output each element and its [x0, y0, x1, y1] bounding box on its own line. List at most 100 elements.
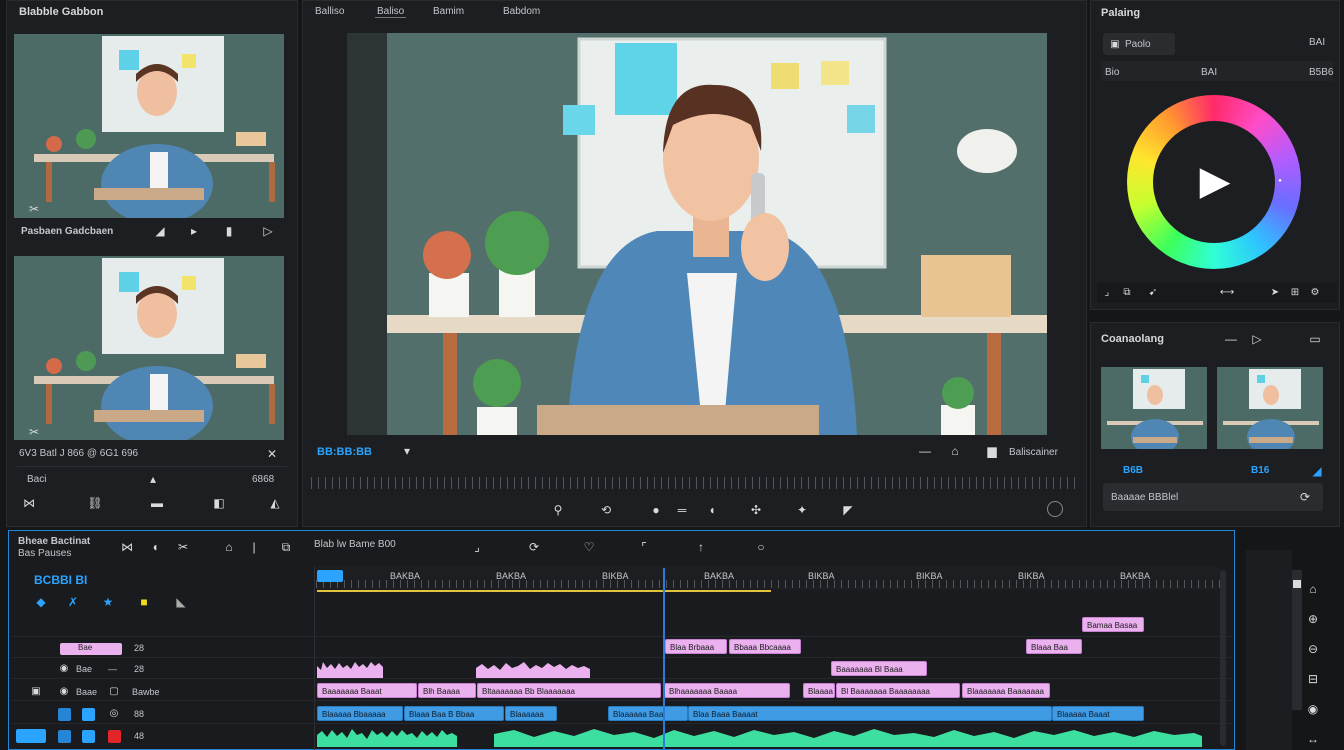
tag-icon[interactable]: ◣	[174, 595, 188, 609]
tool-arrow-icon[interactable]: ↔	[1306, 732, 1320, 746]
clip-a1a-1[interactable]: Baaaaaaa Bl Baaa	[831, 661, 927, 676]
drop-icon[interactable]: ◖	[148, 540, 162, 554]
minus-icon[interactable]: —	[1225, 333, 1237, 345]
display-icon[interactable]: ▆	[985, 445, 999, 457]
clip-v2a-2[interactable]: Bbaaa Bbcaaaa	[729, 639, 801, 654]
track-mute-icon[interactable]: ◎	[108, 708, 120, 720]
clip-v3-1[interactable]: Bamaa Basaa	[1082, 617, 1144, 632]
compare-thumb-2[interactable]	[1217, 367, 1323, 449]
track-toggle-red[interactable]	[108, 730, 121, 743]
clip-a2-5[interactable]: Blaaaa	[803, 683, 835, 698]
settings-icon[interactable]: ⚙	[1309, 287, 1321, 299]
track-toggle-blue-2[interactable]	[82, 708, 95, 721]
clip-a2-1[interactable]: Baaaaaaa Baaat	[317, 683, 417, 698]
cut-icon[interactable]: ✂	[27, 425, 41, 439]
clip-a2-6[interactable]: Bl Baaaaaaa Baaaaaaaa	[836, 683, 960, 698]
circle-icon[interactable]	[1047, 501, 1063, 517]
magic-icon[interactable]: ✦	[795, 503, 809, 517]
clip-a2-7[interactable]: Blaaaaaaa Baaaaaaa	[962, 683, 1050, 698]
pause-icon[interactable]: ▮	[222, 224, 236, 238]
timeline-vertical-scrollbar[interactable]	[1220, 570, 1226, 746]
compare-icon[interactable]: ⧉	[1121, 287, 1133, 299]
loop-icon[interactable]: ⟲	[599, 503, 613, 517]
close-icon[interactable]: ✕	[265, 447, 279, 461]
sync-icon[interactable]: ▢	[108, 686, 120, 698]
tab-2[interactable]: Bamim	[433, 6, 464, 17]
comparison-blue-left[interactable]: B6B	[1123, 465, 1143, 476]
search-icon[interactable]: ⚲	[551, 503, 565, 517]
track-toggle-blue-3[interactable]	[58, 730, 71, 743]
sequence-name[interactable]: Blab lw Bame B00	[314, 539, 396, 550]
work-area-bar[interactable]	[317, 590, 771, 592]
range-icon[interactable]: ⟷	[1211, 287, 1243, 299]
source-viewer-1[interactable]	[14, 34, 284, 218]
clip-a3-3[interactable]: Blaaaaaa	[505, 706, 557, 721]
clip-a2-2[interactable]: Blh Baaaa	[418, 683, 476, 698]
home-icon[interactable]: ⌂	[949, 445, 961, 457]
ripple-icon[interactable]: ⌟	[470, 540, 484, 554]
program-video-frame[interactable]	[347, 33, 1047, 435]
tool-slip-icon[interactable]: ⊖	[1306, 642, 1320, 656]
heart-icon[interactable]: ♡	[582, 540, 596, 554]
track-toggle-blue[interactable]	[58, 708, 71, 721]
program-scrubber[interactable]	[311, 477, 1079, 489]
clip-a3-6[interactable]: Blaaaaa Baaat	[1052, 706, 1144, 721]
clip-a3-5[interactable]: Blaa Baaa Baaaat	[688, 706, 1052, 721]
export-frame-icon[interactable]: ◭	[267, 496, 283, 510]
eye-icon[interactable]: ◉	[58, 686, 70, 698]
eye-icon[interactable]: ◉	[58, 663, 70, 675]
tool-text-icon[interactable]: ⊟	[1306, 672, 1320, 686]
clip-a2-4[interactable]: Blhaaaaaaa Baaaa	[664, 683, 790, 698]
insert-icon[interactable]: ▬	[149, 496, 165, 510]
snap-icon[interactable]: ⋈	[120, 540, 134, 554]
clip-v2a-1[interactable]: Blaa Brbaaa	[665, 639, 727, 654]
step-forward-icon[interactable]: ▸	[187, 224, 201, 238]
clip-a3-1[interactable]: Blaaaaa Bbaaaaa	[317, 706, 403, 721]
tool-type-icon[interactable]: ◉	[1306, 702, 1320, 716]
tab-1[interactable]: Baliso	[375, 6, 407, 18]
tool-hand-icon[interactable]: ⌂	[1306, 582, 1320, 596]
audio-waveform-1[interactable]	[317, 727, 457, 747]
track-toggle-blue-4[interactable]	[82, 730, 95, 743]
bowtie-icon[interactable]: ⋈	[21, 496, 37, 510]
compare-thumb-1[interactable]	[1101, 367, 1207, 449]
drop-icon[interactable]: ◆	[34, 595, 48, 609]
volume-icon[interactable]: ◖	[705, 503, 719, 517]
track-target-a2[interactable]	[16, 729, 46, 743]
clip-v1-wave-2[interactable]	[476, 660, 590, 678]
marker-icon[interactable]: ▴	[147, 473, 159, 485]
clip-v2b-1[interactable]: Blaaa Baa	[1026, 639, 1082, 654]
timeline-timecode[interactable]: BCBBI BI	[34, 573, 87, 587]
record-icon[interactable]: ○	[754, 540, 768, 554]
rate-stretch-icon[interactable]: ⟳	[527, 540, 541, 554]
link-icon[interactable]: ⛓	[87, 496, 103, 510]
razor-icon[interactable]: ✂	[176, 540, 190, 554]
mark-in-icon[interactable]: ◢	[153, 224, 167, 238]
chat-icon[interactable]: ▭	[1309, 333, 1321, 345]
overwrite-icon[interactable]: ◧	[211, 496, 227, 510]
wheel-handle-icon[interactable]: ●	[1276, 177, 1284, 185]
corner-icon[interactable]: ◢	[1311, 465, 1323, 477]
comparison-blue-right[interactable]: B16	[1251, 465, 1269, 476]
link-icon[interactable]: ⧉	[278, 540, 294, 554]
playhead-start-marker[interactable]	[317, 570, 343, 582]
lock-icon[interactable]: ⌂	[222, 540, 236, 554]
pointer-icon[interactable]: ➹	[1147, 287, 1159, 299]
star-icon[interactable]: ★	[101, 595, 115, 609]
stop-icon[interactable]: ●	[649, 503, 663, 517]
fit-icon[interactable]: —	[919, 445, 931, 457]
cut-icon[interactable]: ✂	[27, 202, 41, 216]
play-outline-icon[interactable]: ▷	[1251, 333, 1263, 345]
playhead-line[interactable]	[663, 568, 665, 750]
play-icon[interactable]: ▶	[1196, 161, 1234, 201]
tab-3[interactable]: Babdom	[503, 6, 540, 17]
tool-zoom-icon[interactable]: ⊕	[1306, 612, 1320, 626]
track-lock-icon[interactable]: ▣	[30, 686, 42, 698]
program-timecode[interactable]: BB:BB:BB	[317, 446, 372, 458]
audio-waveform-2[interactable]	[494, 727, 1202, 747]
grid-icon[interactable]: ⊞	[1289, 287, 1301, 299]
pen-icon[interactable]: ⌜	[637, 540, 651, 554]
up-arrow-icon[interactable]: ↑	[694, 540, 708, 554]
clip-v1-wave-1[interactable]	[317, 660, 383, 678]
marker-pin-icon[interactable]: ▾	[401, 445, 413, 457]
